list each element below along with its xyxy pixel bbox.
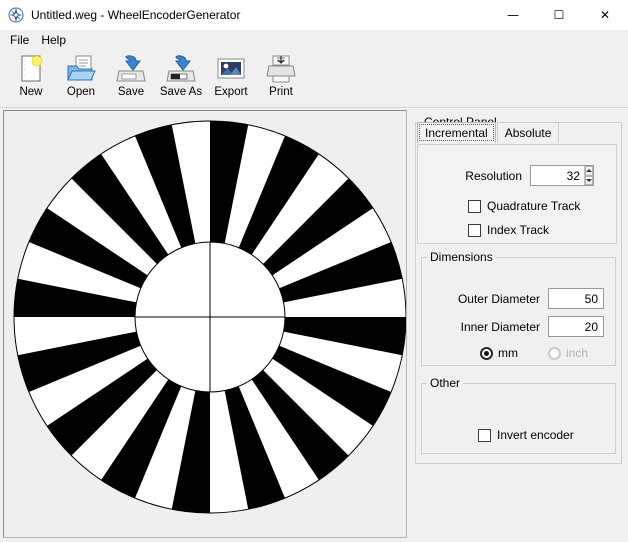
right-panel: Control Panel Incremental Absolute Resol…: [410, 110, 624, 538]
tab-incremental[interactable]: Incremental: [417, 122, 496, 143]
outer-diameter-input[interactable]: [549, 289, 603, 308]
toolbar-open-button[interactable]: Open: [56, 51, 106, 105]
maximize-button[interactable]: ☐: [536, 0, 582, 30]
tab-absolute[interactable]: Absolute: [496, 122, 560, 143]
main-content: Control Panel Incremental Absolute Resol…: [0, 108, 628, 542]
menu-file[interactable]: File: [5, 31, 36, 49]
quadrature-track-checkbox-box[interactable]: [468, 199, 481, 213]
unit-inch-label: inch: [566, 346, 589, 360]
caption-buttons: — ☐ ✕: [490, 0, 628, 30]
open-folder-icon: [64, 53, 98, 85]
minimize-button[interactable]: —: [490, 0, 536, 30]
minimize-icon: —: [507, 8, 519, 22]
toolbar: New Open Save Save As Export Print: [0, 51, 628, 108]
toolbar-print-label: Print: [269, 86, 293, 98]
inner-diameter-input[interactable]: [549, 317, 603, 336]
unit-mm-label: mm: [498, 346, 518, 360]
inner-diameter-label: Inner Diameter: [460, 319, 540, 334]
menu-help[interactable]: Help: [36, 31, 73, 49]
save-as-disk-icon: [164, 53, 198, 85]
close-icon: ✕: [599, 8, 611, 22]
outer-diameter-label: Outer Diameter: [457, 291, 540, 306]
resolution-label: Resolution: [465, 168, 522, 183]
dimensions-group: Dimensions Outer Diameter Inner Diameter: [421, 250, 616, 366]
invert-encoder-label: Invert encoder: [497, 428, 574, 442]
quadrature-track-checkbox[interactable]: Quadrature Track: [468, 199, 580, 213]
dimensions-title: Dimensions: [430, 250, 493, 264]
inner-diameter-row: Inner Diameter: [430, 316, 604, 337]
toolbar-export-label: Export: [214, 86, 248, 98]
index-track-checkbox-box[interactable]: [468, 223, 481, 237]
close-button[interactable]: ✕: [582, 0, 628, 30]
window-title: Untitled.weg - WheelEncoderGenerator: [31, 8, 241, 22]
resolution-spin-buttons: [584, 166, 593, 185]
unit-mm-radio-dot[interactable]: [480, 346, 493, 360]
resolution-row: Resolution: [436, 165, 594, 186]
resolution-input[interactable]: [531, 166, 584, 185]
app-icon: [8, 7, 24, 23]
resolution-increment-button[interactable]: [585, 166, 593, 176]
save-disk-icon: [114, 53, 148, 85]
toolbar-export-button[interactable]: Export: [206, 51, 256, 105]
toolbar-save-button[interactable]: Save: [106, 51, 156, 105]
invert-encoder-checkbox-box[interactable]: [478, 428, 491, 442]
maximize-icon: ☐: [553, 8, 565, 22]
quadrature-track-label: Quadrature Track: [487, 199, 581, 213]
resolution-spinner[interactable]: [530, 165, 594, 186]
toolbar-print-button[interactable]: Print: [256, 51, 306, 105]
toolbar-open-label: Open: [66, 86, 96, 98]
other-group: Other Invert encoder: [421, 376, 616, 454]
other-title: Other: [430, 376, 461, 390]
toolbar-new-button[interactable]: New: [6, 51, 56, 105]
new-document-icon: [14, 53, 48, 85]
incremental-tab-panel: Resolution Quadrature Track I: [417, 144, 617, 244]
index-track-label: Index Track: [487, 223, 550, 237]
invert-encoder-checkbox[interactable]: Invert encoder: [478, 428, 574, 442]
toolbar-save-label: Save: [117, 86, 145, 98]
outer-diameter-row: Outer Diameter: [430, 288, 604, 309]
app-window: Untitled.weg - WheelEncoderGenerator — ☐…: [0, 0, 628, 542]
toolbar-save-as-button[interactable]: Save As: [156, 51, 206, 105]
menu-bar: File Help: [0, 30, 628, 51]
unit-inch-radio-dot[interactable]: [548, 346, 561, 360]
unit-inch-radio[interactable]: inch: [548, 346, 588, 360]
inner-diameter-field[interactable]: [548, 316, 604, 337]
unit-mm-radio[interactable]: mm: [480, 346, 518, 360]
resolution-decrement-button[interactable]: [585, 175, 593, 185]
printer-icon: [264, 53, 298, 85]
encoder-preview-canvas[interactable]: [3, 110, 407, 538]
outer-diameter-field[interactable]: [548, 288, 604, 309]
encoder-wheel-graphic: [13, 120, 406, 514]
control-panel-tabs: Incremental Absolute: [417, 122, 560, 143]
export-image-icon: [214, 53, 248, 85]
toolbar-save-as-label: Save As: [159, 86, 203, 98]
toolbar-new-label: New: [19, 86, 43, 98]
title-bar: Untitled.weg - WheelEncoderGenerator — ☐…: [0, 0, 628, 30]
index-track-checkbox[interactable]: Index Track: [468, 223, 549, 237]
